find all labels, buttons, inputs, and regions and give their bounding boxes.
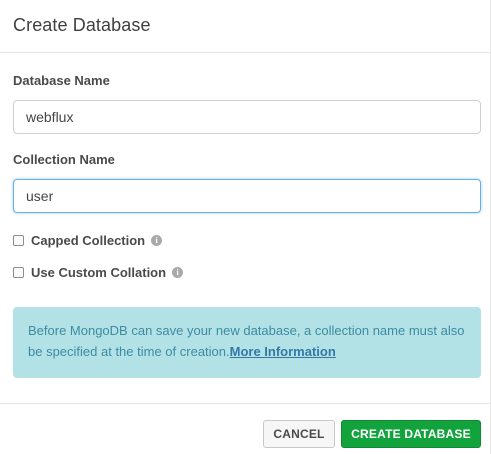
info-icon[interactable]: i: [172, 266, 184, 278]
collection-name-label: Collection Name: [13, 152, 115, 167]
dialog-header: Create Database: [0, 0, 490, 53]
capped-collection-checkbox[interactable]: [13, 234, 24, 246]
custom-collation-option[interactable]: Use Custom Collation i: [13, 264, 184, 280]
collection-name-input[interactable]: [13, 179, 481, 213]
cancel-button[interactable]: CANCEL: [263, 420, 335, 448]
capped-collection-option[interactable]: Capped Collection i: [13, 232, 163, 248]
info-icon[interactable]: i: [151, 234, 163, 246]
more-information-link[interactable]: More Information: [230, 344, 336, 359]
create-database-button[interactable]: CREATE DATABASE: [341, 420, 481, 448]
database-name-label: Database Name: [13, 73, 110, 88]
custom-collation-label[interactable]: Use Custom Collation: [31, 265, 166, 280]
capped-collection-label[interactable]: Capped Collection: [31, 233, 145, 248]
info-banner: Before MongoDB can save your new databas…: [13, 307, 481, 378]
database-name-input[interactable]: [13, 100, 481, 134]
custom-collation-checkbox[interactable]: [13, 266, 24, 278]
create-database-dialog: Create Database Database Name Collection…: [0, 0, 491, 454]
dialog-title: Create Database: [13, 15, 151, 35]
dialog-footer: CANCEL CREATE DATABASE: [0, 403, 490, 454]
